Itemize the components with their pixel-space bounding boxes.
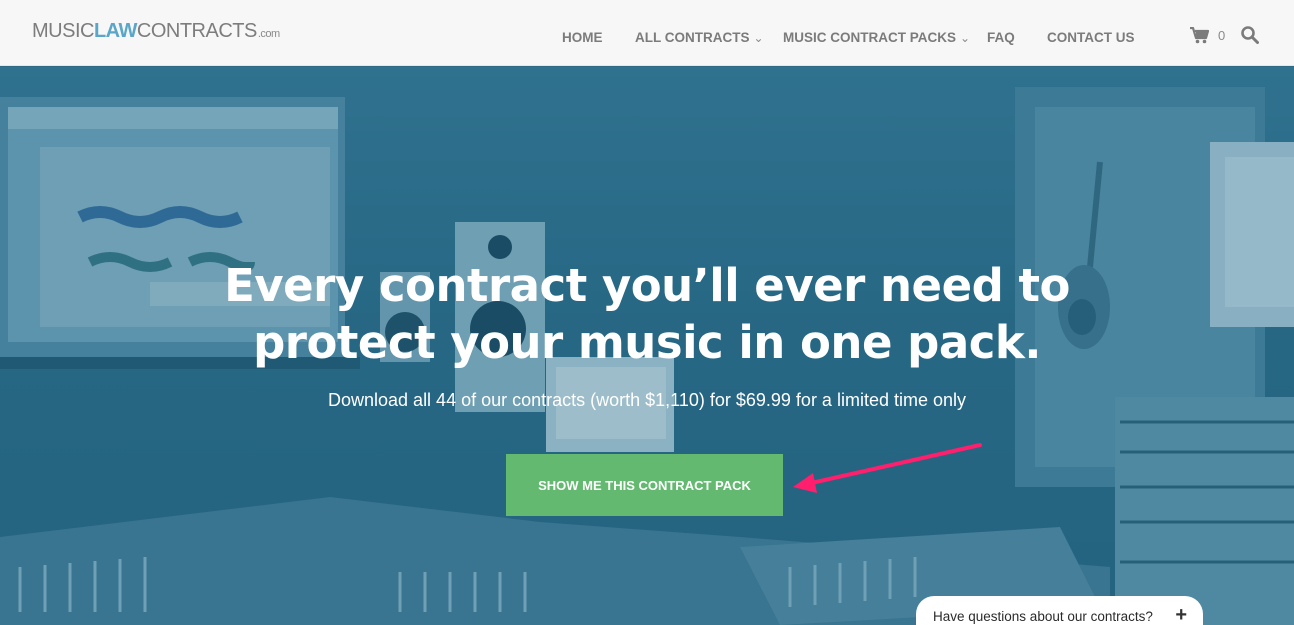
- nav-home-label: HOME: [562, 30, 603, 45]
- chat-widget-button[interactable]: Have questions about our contracts? +: [916, 596, 1203, 625]
- hero-headline: Every contract you’ll ever need to prote…: [0, 257, 1294, 371]
- nav-all-contracts[interactable]: ALL CONTRACTS ⌄: [635, 30, 764, 45]
- nav-music-contract-packs[interactable]: MUSIC CONTRACT PACKS ⌄: [783, 30, 970, 45]
- nav-faq-label: FAQ: [987, 30, 1015, 45]
- cart-count: 0: [1218, 28, 1226, 43]
- nav-music-contract-packs-label: MUSIC CONTRACT PACKS: [783, 30, 956, 45]
- show-contract-pack-button[interactable]: SHOW ME THIS CONTRACT PACK: [506, 454, 783, 516]
- hero-subheadline: Download all 44 of our contracts (worth …: [328, 390, 966, 410]
- nav-contact-us[interactable]: CONTACT US: [1047, 30, 1135, 45]
- logo-suffix: .com: [257, 28, 280, 40]
- hero-headline-line1: Every contract you’ll ever need to: [224, 259, 1070, 312]
- site-header: MUSICLAWCONTRACTS.com HOME ALL CONTRACTS…: [0, 0, 1294, 66]
- hero-headline-line2: protect your music in one pack.: [253, 316, 1041, 369]
- shopping-cart-icon[interactable]: [1190, 26, 1210, 49]
- nav-contact-us-label: CONTACT US: [1047, 30, 1135, 45]
- site-logo[interactable]: MUSICLAWCONTRACTS.com: [32, 20, 280, 43]
- nav-all-contracts-label: ALL CONTRACTS: [635, 30, 750, 45]
- chevron-down-icon: ⌄: [960, 31, 971, 45]
- logo-part-contracts: CONTRACTS: [136, 20, 257, 42]
- hero-section: Every contract you’ll ever need to prote…: [0, 67, 1294, 625]
- plus-icon: +: [1175, 604, 1187, 625]
- search-icon[interactable]: [1241, 26, 1259, 49]
- logo-part-law: LAW: [93, 20, 137, 42]
- chevron-down-icon: ⌄: [753, 31, 764, 45]
- nav-faq[interactable]: FAQ: [987, 30, 1015, 45]
- annotation-arrow-icon: [793, 443, 982, 493]
- logo-part-music: MUSIC: [32, 20, 94, 42]
- nav-home[interactable]: HOME: [562, 30, 603, 45]
- chat-widget-label: Have questions about our contracts?: [933, 608, 1153, 624]
